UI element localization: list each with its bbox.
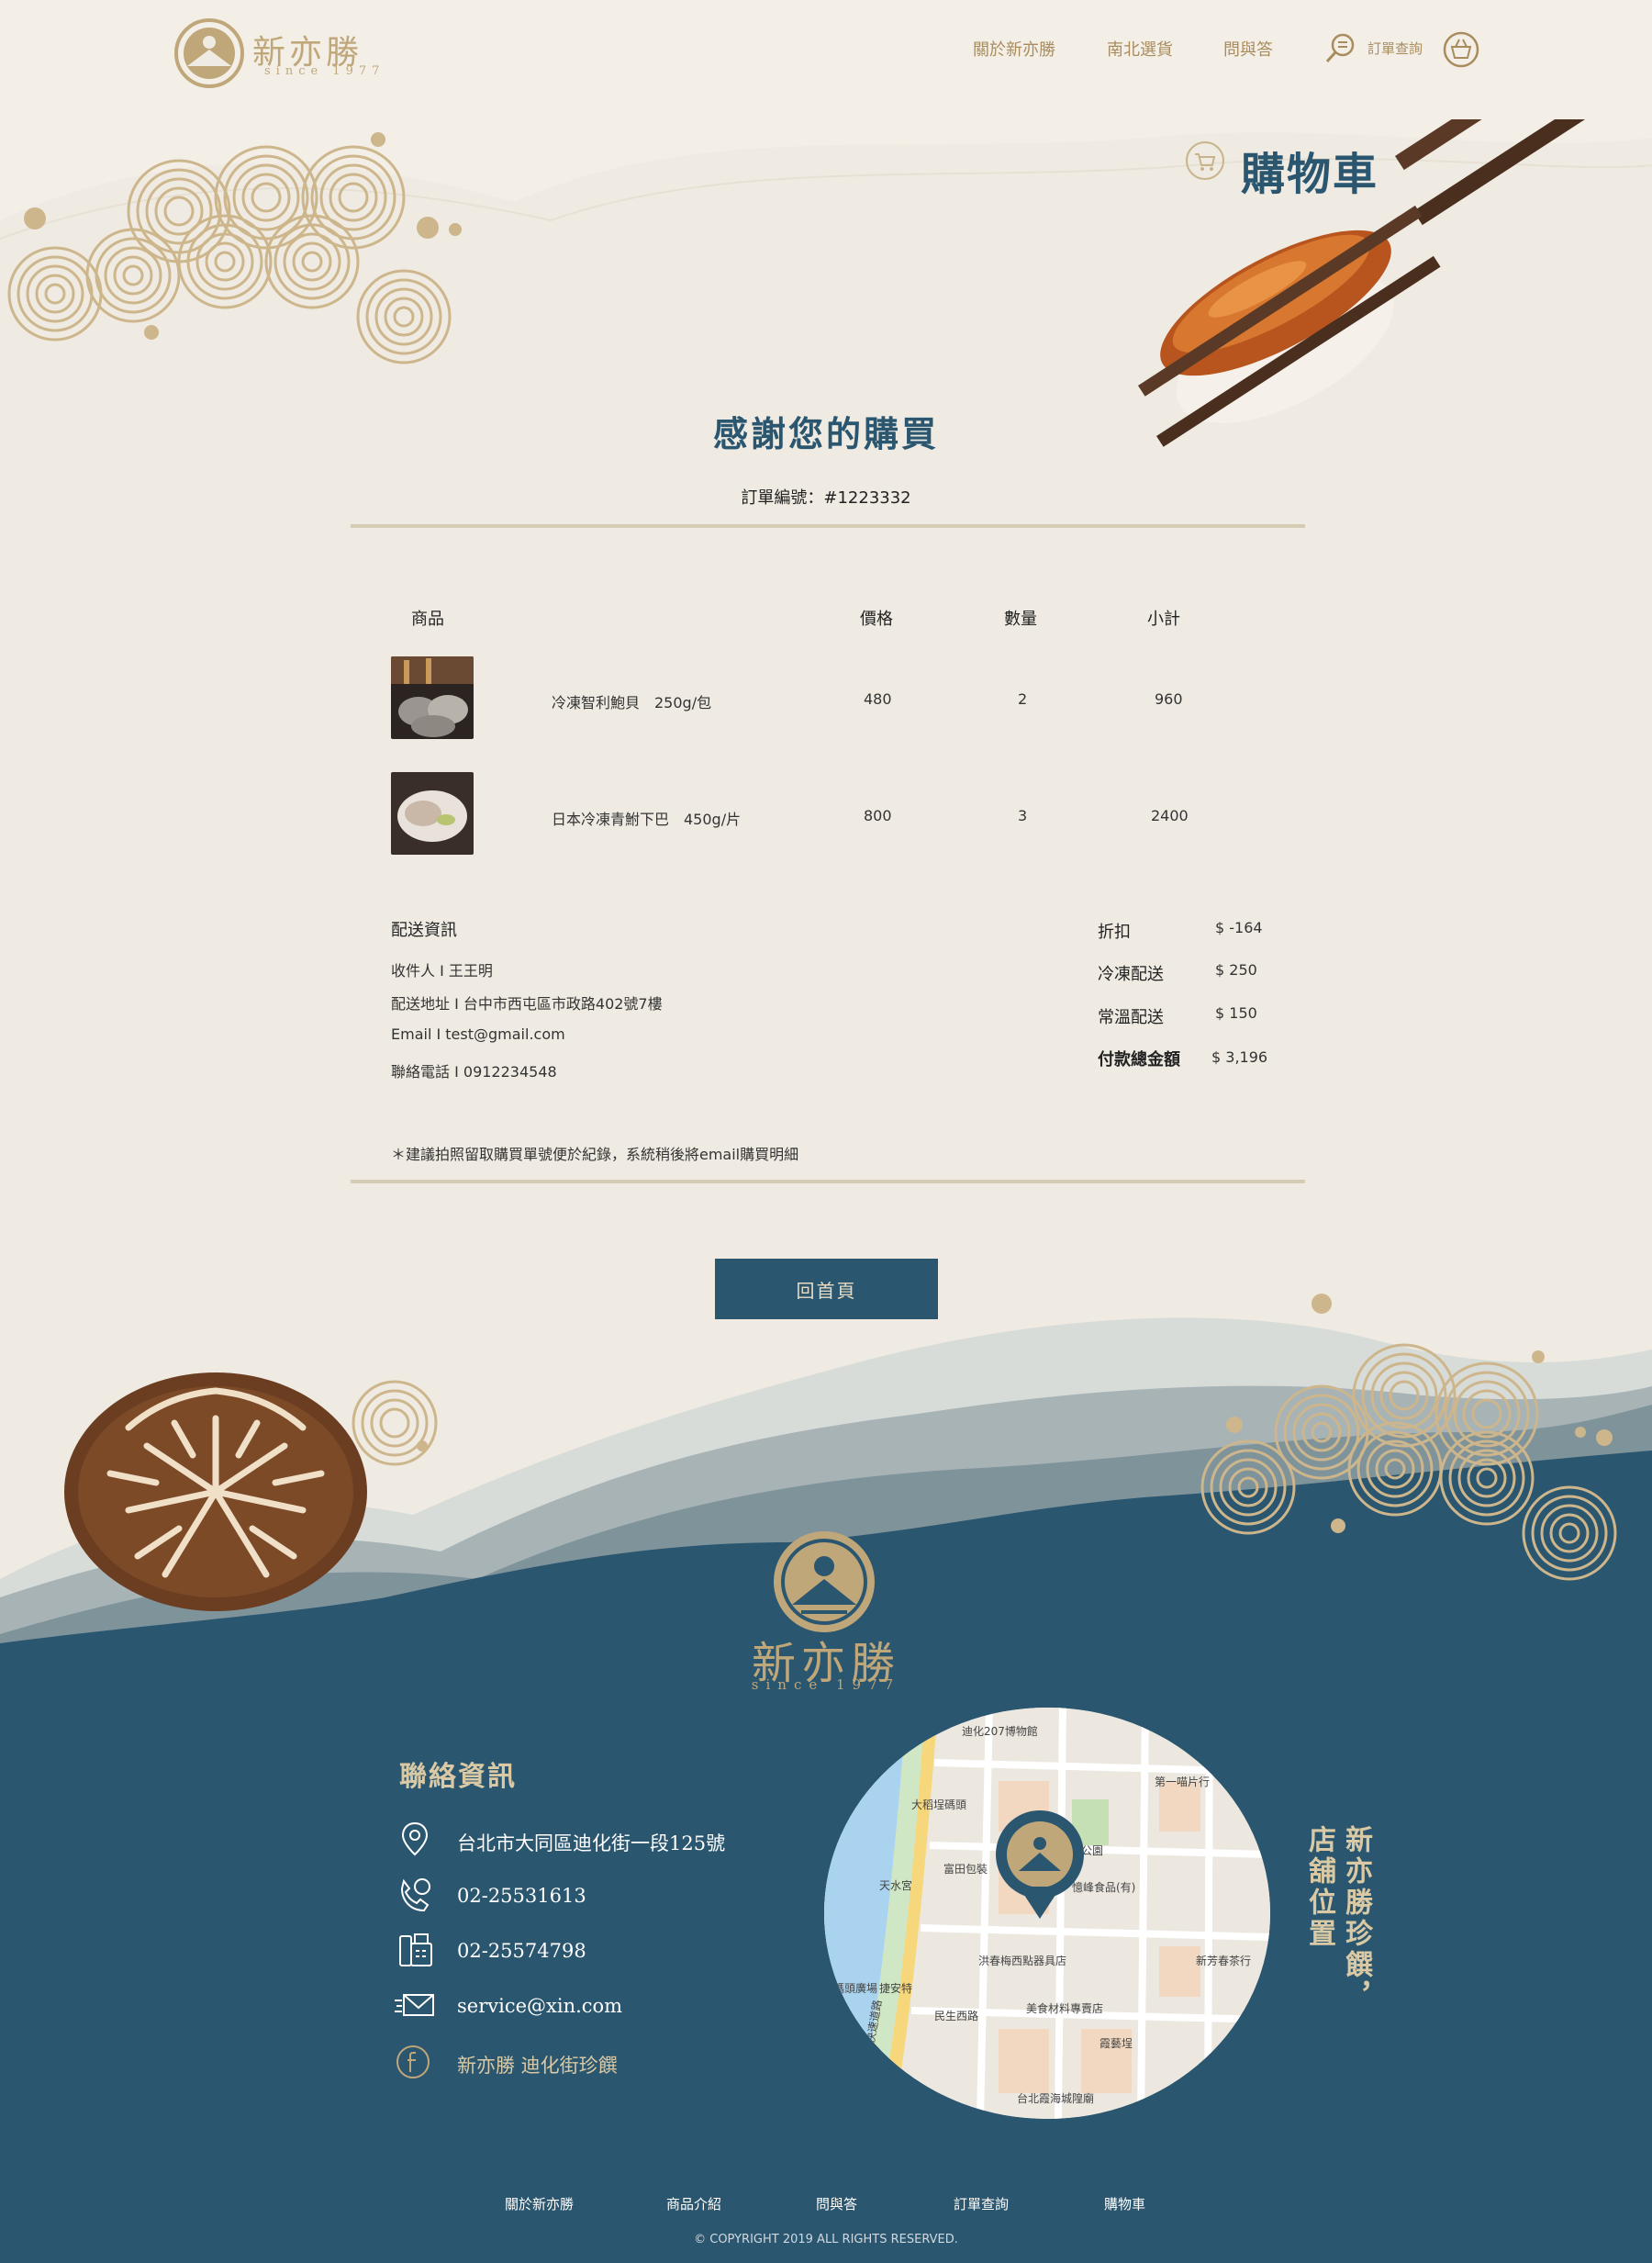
- ambient-shipping-value: $ 150: [1215, 1004, 1257, 1022]
- map-label-first: 第一喵片行: [1155, 1776, 1210, 1788]
- discount-value: $ -164: [1215, 919, 1263, 936]
- col-header-product: 商品: [411, 610, 444, 629]
- shiitake-mushroom-image: [64, 1372, 367, 1611]
- fax-icon: [399, 1933, 432, 1966]
- product-thumbnail-fish-collar[interactable]: [391, 772, 474, 855]
- map-label-tianshui: 天水宮: [879, 1878, 912, 1892]
- logo-emblem[interactable]: [173, 17, 246, 90]
- frozen-shipping-label: 冷凍配送: [1098, 965, 1164, 984]
- table-row: [391, 772, 474, 858]
- contact-fax-text: 02-25574798: [457, 1940, 586, 1962]
- map-label-jieante: 捷安特: [879, 1981, 912, 1995]
- home-button[interactable]: 回首頁: [715, 1259, 938, 1319]
- map-image: 迪化207博物館 大稻埕碼頭 天水宮 富田包裝 第一喵片行 憶峰食品(有) 公園…: [824, 1708, 1270, 2119]
- search-icon[interactable]: [1324, 31, 1357, 64]
- shipping-address: 配送地址 I 台中市西屯區市政路402號7樓: [391, 995, 663, 1013]
- vertical-caption-2: 店舖位置: [1303, 1825, 1335, 1950]
- contact-title: 聯絡資訊: [399, 1761, 517, 1793]
- map-label-minsheng: 民生西路: [934, 2009, 978, 2022]
- vertical-caption-1: 新亦勝珍饌，: [1340, 1825, 1372, 2012]
- nav-products[interactable]: 南北選貨: [1107, 37, 1173, 61]
- logo-since: since 1977: [264, 64, 385, 78]
- product-name: 日本冷凍青鮒下巴 450g/片: [552, 811, 742, 828]
- map-label-park: 公園: [1081, 1844, 1103, 1857]
- map-label-hongchun: 洪春梅西點器具店: [978, 1954, 1066, 1967]
- footer-logo-mountain-icon: [781, 1539, 867, 1625]
- footer-nav-products[interactable]: 商品介紹: [666, 2194, 721, 2213]
- thanks-heading: 感謝您的購買: [712, 413, 939, 454]
- location-pin-icon: [401, 1821, 429, 1856]
- copyright: © COPYRIGHT 2019 ALL RIGHTS RESERVED.: [694, 2233, 958, 2246]
- table-row: [391, 656, 474, 743]
- product-price: 480: [864, 690, 892, 708]
- map-label-xinfang: 新芳春茶行: [1196, 1954, 1251, 1967]
- envelope-icon: [395, 1994, 434, 2016]
- col-header-subtotal: 小計: [1147, 610, 1180, 629]
- footer-nav-faq[interactable]: 問與答: [816, 2194, 857, 2213]
- shipping-phone: 聯絡電話 I 0912234548: [391, 1063, 557, 1081]
- logo-mountain-icon: [174, 18, 244, 88]
- total-value: $ 3,196: [1211, 1048, 1268, 1066]
- product-subtotal: 960: [1155, 690, 1183, 708]
- footer-logo-emblem: [774, 1531, 875, 1632]
- map-label-mazu: 台北霞海城隍廟: [1017, 2091, 1094, 2105]
- nav-about[interactable]: 關於新亦勝: [973, 37, 1055, 61]
- nav-faq[interactable]: 問與答: [1223, 37, 1273, 61]
- shipping-recipient: 收件人 I 王王明: [391, 962, 493, 980]
- divider-bottom: [351, 1180, 1305, 1183]
- footer-nav-about[interactable]: 關於新亦勝: [505, 2194, 574, 2213]
- footer-logo-since: since 1977: [751, 1676, 901, 1693]
- col-header-qty: 數量: [1004, 610, 1037, 629]
- shipping-title: 配送資訊: [391, 921, 457, 940]
- contact-phone-text[interactable]: 02-25531613: [457, 1885, 586, 1907]
- note-text: ＊建議拍照留取購買單號便於紀錄，系統稍後將email購買明細: [391, 1146, 799, 1163]
- product-qty: 2: [1018, 690, 1028, 708]
- map-label-snack: 憶峰食品(有): [1072, 1880, 1135, 1894]
- basket-icon[interactable]: [1443, 31, 1479, 68]
- contact-email-text[interactable]: service@xin.com: [457, 1995, 622, 2017]
- footer-nav-order-lookup[interactable]: 訂單查詢: [954, 2194, 1009, 2213]
- footer-nav-cart[interactable]: 購物車: [1104, 2194, 1145, 2213]
- order-lookup-link[interactable]: 訂單查詢: [1367, 39, 1423, 58]
- contact-facebook-text[interactable]: 新亦勝 迪化街珍饌: [457, 2051, 618, 2078]
- store-map[interactable]: 迪化207博物館 大稻埕碼頭 天水宮 富田包裝 第一喵片行 憶峰食品(有) 公園…: [824, 1708, 1270, 2119]
- discount-label: 折扣: [1098, 923, 1131, 942]
- map-label-dadaocheng: 大稻埕碼頭: [911, 1798, 966, 1811]
- map-label-museum: 迪化207博物館: [962, 1724, 1038, 1738]
- frozen-shipping-value: $ 250: [1215, 961, 1257, 979]
- product-qty: 3: [1018, 807, 1028, 824]
- map-label-fufu: 富田包裝: [943, 1862, 988, 1876]
- map-label-meishi: 美食材料專賣店: [1026, 2001, 1103, 2015]
- product-price: 800: [864, 807, 892, 824]
- contact-address-text: 台北市大同區迪化街一段125號: [457, 1832, 726, 1854]
- product-name: 冷凍智利鮑貝 250g/包: [552, 694, 712, 711]
- ambient-shipping-label: 常溫配送: [1098, 1008, 1164, 1027]
- divider-top: [351, 524, 1305, 528]
- order-number: 訂單編號：#1223332: [741, 488, 911, 508]
- col-header-price: 價格: [860, 610, 893, 629]
- product-subtotal: 2400: [1151, 807, 1189, 824]
- total-label: 付款總金額: [1098, 1050, 1180, 1070]
- product-thumbnail-abalone[interactable]: [391, 656, 474, 739]
- shipping-email: Email I test@gmail.com: [391, 1025, 565, 1043]
- phone-icon: [400, 1878, 430, 1912]
- map-label-chengtian: 霞藝埕: [1099, 2037, 1133, 2050]
- facebook-icon: [396, 2045, 430, 2078]
